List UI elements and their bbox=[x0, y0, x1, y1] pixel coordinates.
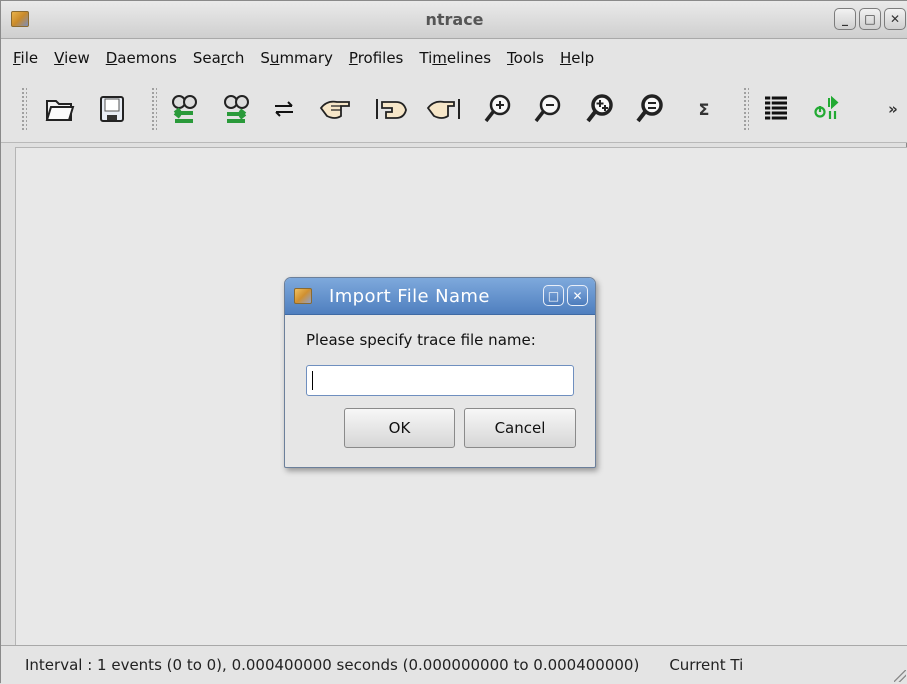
toolbar: Σ » bbox=[1, 77, 907, 143]
toolbar-grip[interactable] bbox=[743, 87, 749, 131]
save-icon bbox=[100, 96, 124, 122]
start-stop-icon bbox=[814, 95, 839, 119]
toolbar-grip[interactable] bbox=[151, 87, 157, 131]
menu-summary[interactable]: Summary bbox=[260, 49, 333, 67]
window-title: ntrace bbox=[425, 10, 484, 29]
hand-point-end-icon bbox=[426, 99, 460, 119]
list-icon bbox=[765, 96, 787, 121]
menu-search[interactable]: Search bbox=[193, 49, 245, 67]
dialog-prompt: Please specify trace file name: bbox=[306, 331, 536, 349]
open-folder-icon bbox=[45, 100, 75, 121]
daemon-prev-button[interactable] bbox=[165, 90, 203, 128]
menu-tools[interactable]: Tools bbox=[507, 49, 544, 67]
list-button[interactable] bbox=[757, 90, 795, 128]
save-button[interactable] bbox=[93, 90, 131, 128]
title-bar[interactable]: ntrace _ □ ✕ bbox=[1, 1, 907, 39]
trace-file-name-input[interactable] bbox=[306, 365, 574, 396]
status-interval: Interval : 1 events (0 to 0), 0.00040000… bbox=[25, 656, 640, 674]
sigma-icon: Σ bbox=[698, 99, 710, 119]
menu-daemons[interactable]: Daemons bbox=[106, 49, 177, 67]
maximize-icon: □ bbox=[547, 288, 560, 303]
minimize-icon: _ bbox=[842, 12, 848, 26]
daemon-next-button[interactable] bbox=[217, 90, 255, 128]
close-button[interactable]: ✕ bbox=[884, 8, 906, 30]
zoom-in-icon bbox=[484, 94, 511, 123]
text-caret bbox=[312, 371, 313, 390]
status-bar: Interval : 1 events (0 to 0), 0.00040000… bbox=[1, 645, 907, 684]
import-file-dialog: Import File Name □ ✕ Please specify trac… bbox=[284, 277, 596, 468]
maximize-button[interactable]: □ bbox=[859, 8, 881, 30]
maximize-icon: □ bbox=[864, 12, 876, 26]
dialog-app-icon[interactable] bbox=[294, 288, 312, 304]
overflow-chevron-icon: » bbox=[888, 100, 898, 118]
zoom-in-more-button[interactable] bbox=[581, 90, 619, 128]
hand-start-button[interactable] bbox=[373, 90, 411, 128]
minimize-button[interactable]: _ bbox=[834, 8, 856, 30]
hand-point-start-icon bbox=[376, 99, 407, 119]
zoom-out-more-button[interactable] bbox=[631, 90, 669, 128]
menu-bar: File View Daemons Search Summary Profile… bbox=[1, 39, 907, 77]
open-button[interactable] bbox=[41, 90, 79, 128]
cancel-button[interactable]: Cancel bbox=[464, 408, 576, 448]
dialog-maximize-button[interactable]: □ bbox=[543, 285, 564, 306]
swap-arrows-icon bbox=[275, 101, 293, 117]
dialog-title-bar[interactable]: Import File Name □ ✕ bbox=[285, 278, 595, 315]
swap-button[interactable] bbox=[265, 90, 303, 128]
start-stop-button[interactable] bbox=[807, 90, 845, 128]
menu-file[interactable]: File bbox=[13, 49, 38, 67]
menu-view[interactable]: View bbox=[54, 49, 90, 67]
window-controls: _ □ ✕ bbox=[834, 8, 906, 30]
dialog-window-controls: □ ✕ bbox=[543, 285, 588, 306]
hand-left-button[interactable] bbox=[317, 90, 355, 128]
close-icon: ✕ bbox=[572, 288, 583, 303]
dialog-close-button[interactable]: ✕ bbox=[567, 285, 588, 306]
hand-point-left-icon bbox=[319, 100, 350, 119]
daemon-right-icon bbox=[224, 95, 249, 123]
zoom-out-icon bbox=[534, 94, 561, 123]
close-icon: ✕ bbox=[889, 12, 901, 26]
toolbar-grip[interactable] bbox=[21, 87, 27, 131]
ok-button[interactable]: OK bbox=[344, 408, 455, 448]
menu-timelines[interactable]: Timelines bbox=[419, 49, 491, 67]
main-window: ntrace _ □ ✕ File View Daemons Search Su… bbox=[0, 0, 907, 684]
resize-grip[interactable] bbox=[894, 670, 906, 682]
status-current-time: Current Ti bbox=[669, 656, 744, 674]
summary-sigma-button[interactable]: Σ bbox=[685, 90, 723, 128]
daemon-left-icon bbox=[172, 95, 197, 123]
dialog-title: Import File Name bbox=[329, 286, 490, 307]
zoom-in-more-icon bbox=[586, 94, 613, 123]
menu-profiles[interactable]: Profiles bbox=[349, 49, 403, 67]
zoom-out-button[interactable] bbox=[529, 90, 567, 128]
menu-help[interactable]: Help bbox=[560, 49, 594, 67]
hand-end-button[interactable] bbox=[425, 90, 463, 128]
zoom-out-more-icon bbox=[636, 94, 663, 123]
zoom-in-button[interactable] bbox=[479, 90, 517, 128]
toolbar-overflow-button[interactable]: » bbox=[881, 90, 905, 128]
